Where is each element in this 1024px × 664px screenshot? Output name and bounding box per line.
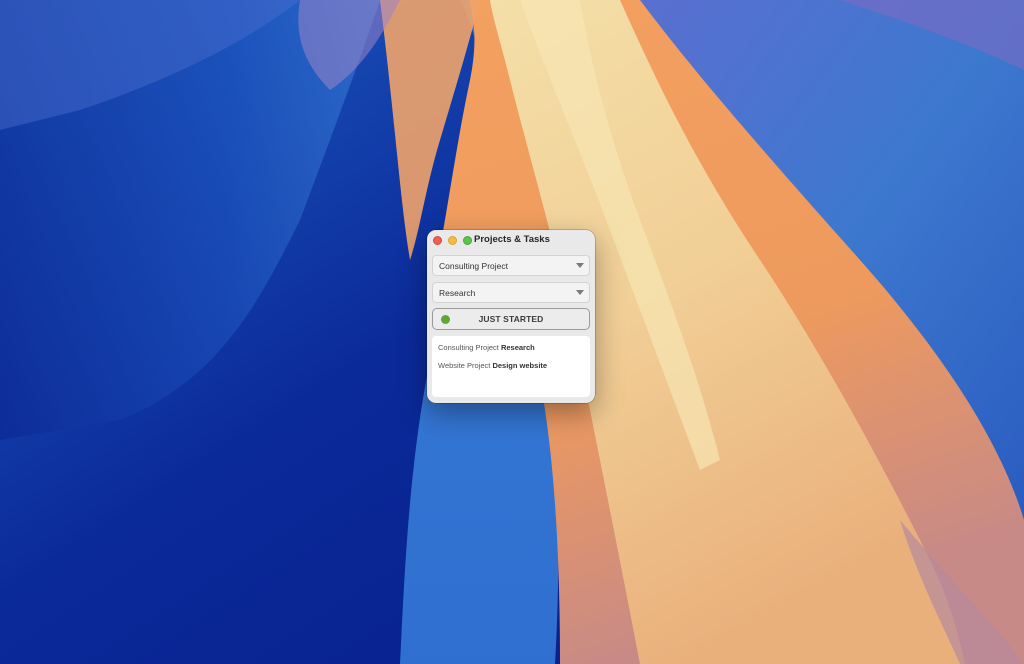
status-label: JUST STARTED [478,314,544,324]
list-item-task: Design website [492,361,548,370]
title-bar[interactable]: Projects & Tasks [427,230,595,250]
close-button[interactable] [433,235,442,245]
window-title: Projects & Tasks [474,234,550,245]
task-dropdown-value: Research [439,287,476,298]
list-item-project: Consulting Project [438,343,501,352]
minimize-button[interactable] [448,235,457,245]
list-item[interactable]: Consulting Project Research [438,343,535,352]
status-button[interactable]: JUST STARTED [432,308,590,330]
maximize-button[interactable] [463,235,472,245]
project-dropdown[interactable]: Consulting Project [432,255,590,276]
projects-tasks-window: Projects & Tasks Consulting Project Rese… [427,230,595,403]
recent-tasks-list: Consulting Project Research Website Proj… [432,336,590,397]
window-controls [433,235,472,245]
list-item-task: Research [500,343,535,352]
chevron-down-icon [576,263,584,268]
project-dropdown-value: Consulting Project [439,260,508,271]
status-dot-icon [441,315,450,324]
task-dropdown[interactable]: Research [432,282,590,303]
list-item[interactable]: Website Project Design website [438,361,547,370]
list-item-project: Website Project [438,361,493,370]
chevron-down-icon [576,290,584,295]
